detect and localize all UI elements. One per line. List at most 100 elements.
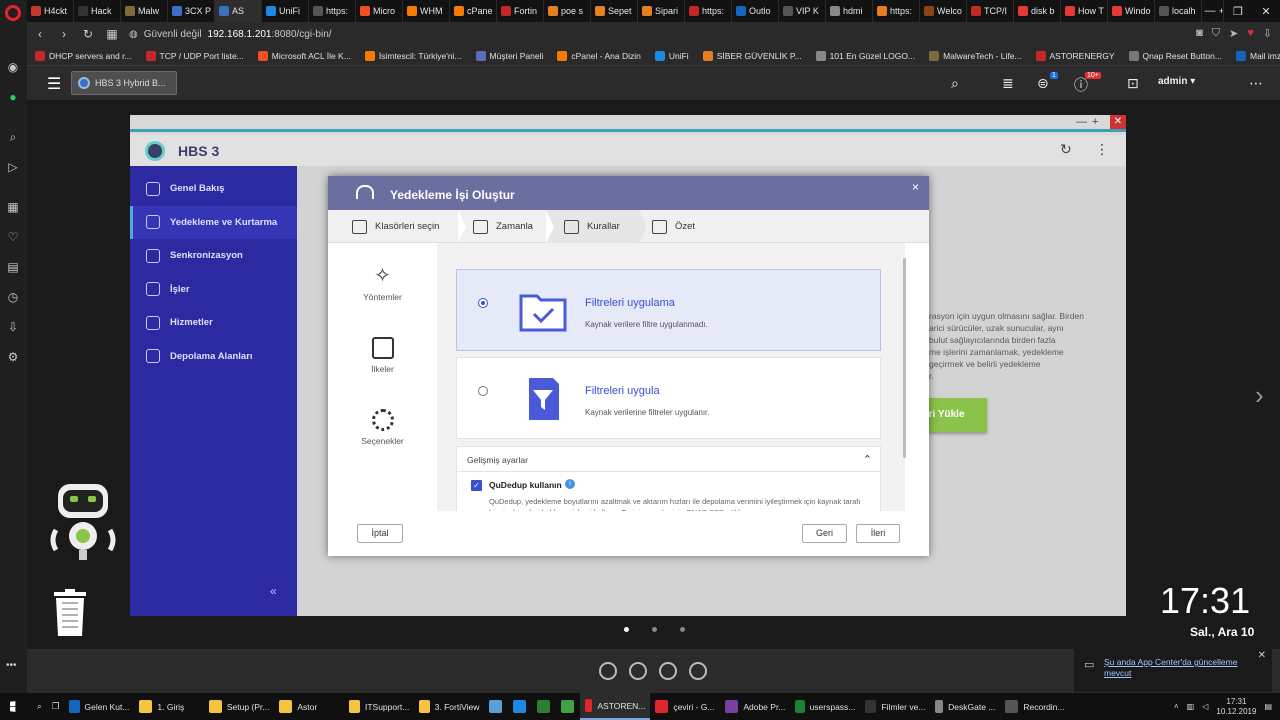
taskbar-app[interactable]: Recordin... [1000,693,1070,720]
nav-item[interactable]: Yedekleme ve Kurtarma [130,205,297,239]
rail-options[interactable]: Seçenekler [328,409,437,446]
taskbar-app[interactable]: 3. FortiView [414,693,484,720]
nav-item[interactable]: Hizmetler [130,306,297,339]
user-menu[interactable]: admin ▾ [1158,76,1195,87]
browser-tab[interactable]: https: [685,0,732,22]
browser-tab[interactable]: Welco [920,0,967,22]
step-schedule[interactable]: Zamanla [473,210,533,243]
flow-icon[interactable]: ⇩ [1263,27,1272,40]
bookmark-item[interactable]: DHCP servers and r... [35,50,132,61]
taskbar-app[interactable]: ASTOREN... [580,693,651,720]
browser-tab[interactable]: cPane [450,0,497,22]
qboost-robot-icon[interactable] [48,482,118,564]
window-minimize-icon[interactable]: — [1076,116,1087,128]
shield-icon[interactable]: ⛉ [1212,27,1220,40]
taskbar-app[interactable]: Adobe Pr... [720,693,790,720]
user-icon[interactable]: ⊡ [1127,75,1139,92]
qudedup-checkbox[interactable]: ✓ [471,480,482,491]
pager-dot[interactable] [624,627,629,632]
taskbar-app[interactable]: çeviri - G... [650,693,720,720]
dashboard-icon[interactable] [599,662,617,680]
taskbar-app[interactable] [508,693,532,720]
more-icon[interactable]: ••• [6,660,17,671]
whatsapp-icon[interactable]: ● [6,90,20,104]
rail-methods[interactable]: ✧ Yöntemler [328,265,437,302]
browser-tab[interactable]: poe s [544,0,591,22]
cancel-button[interactable]: İptal [357,524,403,543]
bookmark-arrow-icon[interactable]: ➤ [1229,27,1238,40]
taskbar-app[interactable]: userspass... [790,693,860,720]
step-rules[interactable]: Kurallar [564,210,620,243]
bookmark-item[interactable]: MalwareTech - Life... [929,50,1022,61]
tray-clock[interactable]: 17:31 10.12.2019 [1216,697,1256,717]
recycle-bin-icon[interactable] [52,589,88,637]
bookmark-item[interactable]: ASTORENERGY [1035,50,1115,61]
back-button[interactable]: Geri [802,524,847,543]
browser-tab[interactable]: https: [309,0,356,22]
browser-tab[interactable]: Micro [356,0,403,22]
dialog-close-icon[interactable]: × [912,180,919,194]
nav-item[interactable]: Senkronizasyon [130,239,297,272]
background-tasks-icon[interactable]: ≣ [1002,75,1014,92]
url-field[interactable]: ◍ Güvenli değil 192.168.1.201:8080/cgi-b… [129,29,332,40]
browser-tab[interactable]: Hack [74,0,121,22]
app-tab-hbs[interactable]: HBS 3 Hybrid B... [71,71,177,95]
taskbar-app[interactable] [532,693,556,720]
browser-tab[interactable]: hdmi [826,0,873,22]
notification-close-icon[interactable]: ✕ [1258,650,1266,661]
network-icon[interactable]: ▥ [1187,702,1195,711]
taskbar-app[interactable]: Astor [274,693,344,720]
step-summary[interactable]: Özet [652,210,695,243]
resource-monitor-icon[interactable] [659,662,677,680]
taskbar-app[interactable]: Setup (Pr... [204,693,274,720]
opera-logo-icon[interactable] [5,5,21,21]
pager-dot[interactable] [680,627,685,632]
settings-gear-icon[interactable]: ⚙ [6,350,20,364]
tray-arrow-icon[interactable]: ˄ [1174,702,1179,711]
close-icon[interactable]: ✕ [1252,0,1280,22]
chevron-up-icon[interactable]: ⌃ [863,453,872,466]
player-icon[interactable]: ▷ [6,160,20,174]
bookmark-item[interactable]: Mail imza tasarımla... [1235,50,1280,61]
bookmark-item[interactable]: TCP / UDP Port liste... [145,50,244,61]
messenger-icon[interactable]: ◉ [6,60,20,74]
option-no-filters[interactable]: Filtreleri uygulama Kaynak verilere filt… [456,269,881,351]
taskbar-search-icon[interactable]: ⌕ [32,693,47,720]
history-icon[interactable]: ◷ [6,290,20,304]
browser-tab[interactable]: localh [1155,0,1202,22]
windows-start-icon[interactable] [0,693,32,720]
browser-tab[interactable]: Windo [1108,0,1155,22]
window-maximize-icon[interactable]: + [1092,116,1098,128]
radio-no-filters[interactable] [478,298,488,308]
speed-dial-icon[interactable]: ▦ [6,200,20,214]
step-select-folders[interactable]: Klasörleri seçin [352,210,439,243]
browser-tab[interactable]: H4ckt [27,0,74,22]
refresh-icon[interactable]: ↻ [1060,141,1072,158]
minimize-icon[interactable]: — [1196,0,1224,22]
app-center-notification[interactable]: ▭ Şu anda App Center'da güncelleme mevcu… [1074,648,1272,692]
task-view-icon[interactable]: ❐ [47,693,65,720]
browser-tab[interactable]: disk b [1014,0,1061,22]
bookmark-item[interactable]: Qnap Reset Button... [1128,50,1222,61]
info-icon[interactable]: i [565,479,575,489]
tabs-grid-icon[interactable]: ▦ [105,27,119,41]
browser-tab[interactable]: Malw [121,0,168,22]
collapse-sidebar-icon[interactable]: « [270,584,277,598]
back-icon[interactable]: ‹ [33,27,47,41]
rail-policies[interactable]: İlkeler [328,337,437,374]
notes-icon[interactable] [689,662,707,680]
nav-item[interactable]: İşler [130,273,297,306]
more-vertical-icon[interactable]: ⋮ [1095,141,1109,158]
bookmark-item[interactable]: Müşteri Paneli [475,50,543,61]
taskbar-app[interactable]: 1. Giriş [134,693,204,720]
bookmark-item[interactable]: SİBER GÜVENLİK P... [702,50,802,61]
bookmark-item[interactable]: Microsoft ACL İle K... [257,50,351,61]
taskbar-app[interactable] [556,693,580,720]
volume-icon[interactable]: ◁ [1202,702,1208,711]
browser-tab[interactable]: https: [873,0,920,22]
search-icon[interactable]: ⌕ [6,130,20,144]
heart-icon[interactable]: ♡ [6,230,20,244]
next-button[interactable]: İleri [856,524,900,543]
reload-icon[interactable]: ↻ [81,27,95,41]
action-center-icon[interactable]: ▤ [1264,702,1272,711]
